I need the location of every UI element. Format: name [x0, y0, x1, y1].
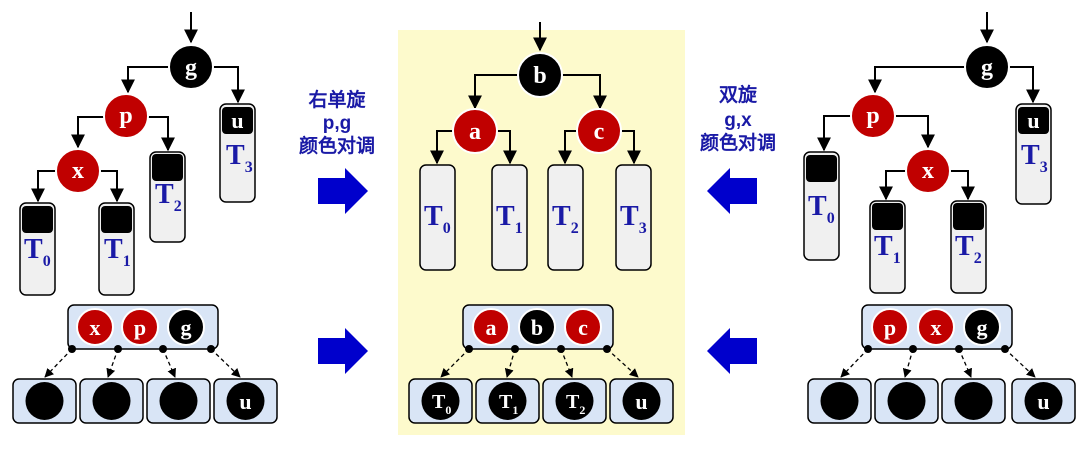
right-arrow-icon-top: [318, 168, 368, 214]
left-node-x-label: x: [72, 158, 84, 184]
right-rotation-label: 双旋 g,x 颜色对调: [700, 83, 776, 154]
right-tree: u g p x T3 T0 T1 T2: [803, 12, 1052, 294]
right-node-p-label: p: [866, 103, 879, 129]
right-label-line2: g,x: [724, 110, 752, 131]
right-group-node-0: p: [884, 315, 896, 340]
left-rotation-label: 右单旋 p,g 颜色对调: [299, 88, 375, 157]
right-u-label: u: [1027, 108, 1039, 133]
left-group-node-2: g: [181, 315, 192, 340]
left-group-node-1: p: [134, 315, 146, 340]
left-arrow-icon-top: [707, 168, 757, 214]
left-group: x p g u: [12, 304, 278, 424]
right-arrow-icon-bottom: [318, 328, 368, 374]
left-group-node-0: x: [90, 315, 101, 340]
right-group: p x g u: [807, 304, 1076, 424]
right-label-line3: 颜色对调: [700, 131, 776, 154]
middle-group-node-1: b: [531, 315, 543, 340]
left-node-g-label: g: [185, 55, 197, 81]
left-node-p-label: p: [119, 103, 132, 129]
left-tree: u g p x T3 T2 T0 T1: [19, 12, 256, 296]
left-label-line2: p,g: [323, 113, 352, 134]
right-node-x-label: x: [922, 158, 934, 184]
diagram-canvas: u g p x T3 T2 T0 T1 x p g u 右单旋 p,g 颜色对调…: [12, 12, 1076, 435]
middle-bottom-u: u: [635, 389, 647, 414]
left-arrow-icon-bottom: [707, 328, 757, 374]
right-node-g-label: g: [981, 55, 993, 81]
left-label-line3: 颜色对调: [299, 134, 375, 157]
middle-node-c-label: c: [594, 119, 605, 145]
right-group-node-1: x: [931, 315, 942, 340]
right-group-node-2: g: [977, 315, 988, 340]
left-label-line1: 右单旋: [307, 88, 366, 111]
right-bottom-u: u: [1037, 389, 1049, 414]
middle-node-a-label: a: [469, 119, 481, 145]
right-label-line1: 双旋: [719, 83, 758, 106]
middle-group-node-0: a: [486, 315, 497, 340]
left-u-label: u: [231, 108, 243, 133]
middle-group-node-2: c: [578, 315, 588, 340]
middle-node-b-label: b: [533, 63, 546, 89]
left-bottom-u: u: [239, 389, 251, 414]
rb-tree-rotation-diagram: u g p x T3 T2 T0 T1 x p g u 右单旋 p,g 颜色对调…: [0, 0, 1089, 449]
